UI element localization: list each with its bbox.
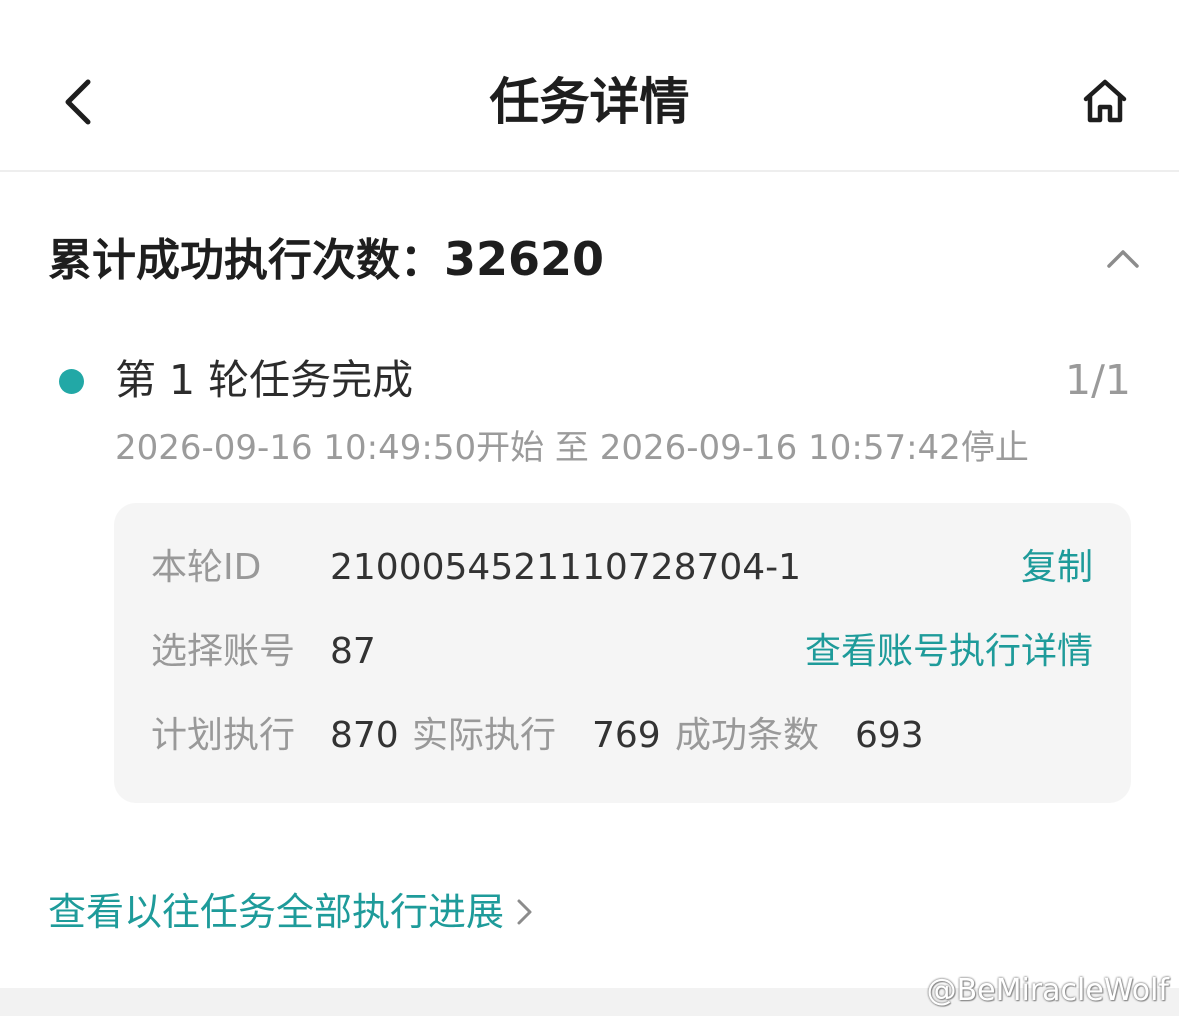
page-title: 任务详情 — [489, 73, 690, 131]
total-success-count: 累计成功执行次数：32620 — [48, 226, 1138, 292]
success-value: 693 — [855, 715, 924, 756]
home-button[interactable] — [1078, 74, 1132, 128]
round-id-label: 本轮ID — [151, 547, 262, 588]
top-nav-bar: 任务详情 — [0, 0, 1179, 172]
account-row: 选择账号 87 查看账号执行详情 — [114, 624, 1131, 680]
home-icon — [1083, 79, 1127, 123]
success-label: 成功条数 — [675, 715, 820, 756]
history-progress-label: 查看以往任务全部执行进展 — [48, 890, 505, 934]
collapse-toggle[interactable] — [1102, 242, 1144, 276]
actual-label: 实际执行 — [412, 715, 557, 756]
status-dot — [59, 369, 84, 394]
actual-value: 769 — [592, 715, 661, 756]
round-time-range: 2026-09-16 10:49:50开始 至 2026-09-16 10:57… — [115, 428, 1029, 468]
round-detail-card: 本轮ID 210005452111072870​4-1 复制 选择账号 87 查… — [114, 503, 1131, 803]
total-success-label: 累计成功执行次数： — [48, 235, 444, 286]
planned-label: 计划执行 — [151, 715, 296, 756]
copy-button[interactable]: 复制 — [1021, 540, 1093, 596]
round-id-value: 210005452111072870​4-1 — [330, 547, 802, 588]
total-success-value: 32620 — [444, 232, 605, 286]
account-label: 选择账号 — [151, 631, 296, 672]
round-id-row: 本轮ID 210005452111072870​4-1 复制 — [114, 540, 1131, 596]
chevron-right-icon — [517, 899, 532, 924]
round-progress: 1/1 — [1065, 356, 1131, 404]
account-value: 87 — [330, 631, 376, 672]
round-title: 第 1 轮任务完成 — [115, 356, 414, 404]
watermark: @BeMiracleWolf — [926, 973, 1169, 1008]
history-progress-link[interactable]: 查看以往任务全部执行进展 — [48, 884, 534, 940]
chevron-up-icon — [1107, 250, 1139, 268]
planned-value: 870 — [330, 715, 399, 756]
execution-stats-row: 计划执行 870 实际执行 769 成功条数 693 — [114, 708, 1131, 764]
view-account-details-link[interactable]: 查看账号执行详情 — [805, 624, 1093, 680]
